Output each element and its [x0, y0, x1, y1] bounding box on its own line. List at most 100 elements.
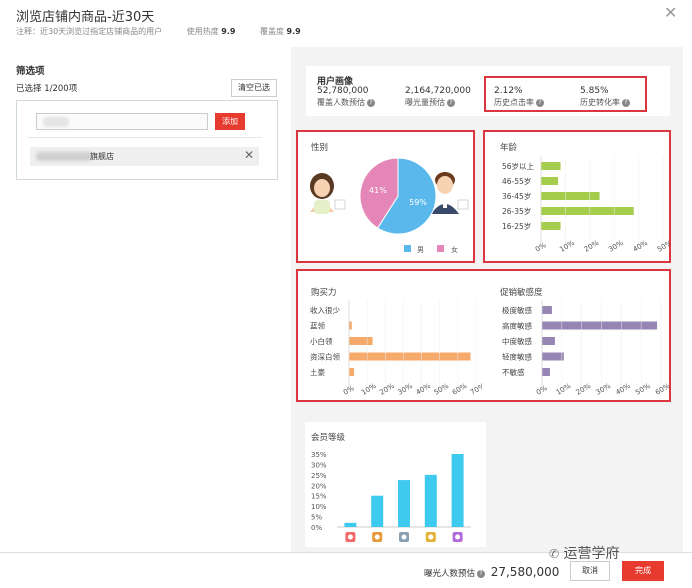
y-tick-label: 25%	[311, 472, 327, 480]
ctr-value: 2.12%	[494, 86, 523, 96]
x-tick-label: 10%	[558, 239, 576, 254]
y-tick-label: 20%	[311, 482, 327, 490]
y-tick-label: 10%	[311, 503, 327, 511]
y-tick-label: 35%	[311, 451, 327, 459]
member-level-icon-dot	[374, 534, 380, 540]
shop-search-input[interactable]	[36, 113, 208, 130]
exposure-estimate-value: 2,164,720,000	[405, 86, 471, 96]
member-level-icon-dot	[347, 534, 353, 540]
member-chart: 35% 30% 25% 20% 15% 10% 5% 0%	[311, 451, 471, 542]
remove-shop-icon[interactable]: ✕	[244, 148, 254, 162]
filter-box	[16, 100, 278, 180]
bar	[541, 207, 634, 215]
exposure-estimate-label: 曝光量预估?	[405, 97, 455, 108]
gender-pie: 59% 41%	[359, 157, 437, 235]
cancel-button[interactable]: 取消	[570, 561, 610, 581]
bar	[542, 321, 658, 330]
y-tick-label: 30%	[311, 461, 327, 469]
gender-chart: 59% 41%	[310, 157, 469, 252]
bar	[349, 337, 373, 345]
filter-title: 筛选项	[16, 66, 45, 77]
x-tick-label: 20%	[583, 239, 601, 254]
coverage-value: 9.9	[286, 27, 301, 36]
y-tick-label: 0%	[311, 524, 322, 532]
bar-label: 16-25岁	[502, 221, 531, 231]
age-chart: 56岁以上 46-55岁 36-45岁 26-35岁 16-25岁0% 10% 20% 30%…	[502, 156, 670, 254]
shop-name: 旗舰店	[90, 152, 114, 161]
add-button[interactable]: 添加	[215, 113, 245, 130]
x-tick-label: 20%	[575, 382, 593, 397]
bar	[349, 321, 352, 330]
coverage-estimate-label: 覆盖人数预估?	[317, 97, 375, 108]
bar-label: 高度敏感	[502, 321, 532, 331]
help-icon: ?	[477, 569, 486, 578]
x-tick-label: 30%	[595, 382, 613, 397]
bar-label: 收入很少	[310, 305, 340, 315]
estimate-label: 曝光人数预估	[424, 569, 476, 579]
bar-label: 36-45岁	[502, 191, 531, 201]
help-icon: ?	[367, 98, 375, 107]
x-tick-label: 60%	[451, 382, 469, 397]
estimate-value: 27,580,000	[490, 565, 560, 579]
pie-label: 59%	[409, 198, 427, 207]
relevance-label: 使用热度	[186, 27, 219, 36]
dialog-title: 浏览店铺内商品-近30天	[16, 10, 155, 25]
member-bar	[398, 480, 410, 527]
cvr-value: 5.85%	[580, 86, 609, 96]
note-text: 注释：近30天浏览过指定店铺商品的用户	[16, 27, 163, 36]
help-icon: ?	[536, 98, 544, 107]
bar	[541, 222, 561, 230]
bar-label: 轻度敏感	[502, 352, 532, 362]
footer-estimate: 曝光人数预估? 27,580,000	[424, 565, 559, 579]
coverage-label: 覆盖度	[260, 27, 284, 36]
cvr-label: 历史转化率?	[580, 97, 630, 108]
x-tick-label: 0%	[534, 241, 548, 254]
legend-male-swatch	[404, 245, 411, 252]
watermark: ✆ 运营学府	[549, 546, 620, 562]
bar	[542, 337, 555, 345]
x-tick-label: 30%	[396, 382, 414, 397]
selected-shop-item: 旗舰店 ✕	[30, 147, 259, 166]
bar-label: 中度敏感	[502, 336, 532, 346]
filter-selected-count: 已选择 1/200项	[16, 84, 78, 94]
bar-label: 56岁以上	[502, 161, 535, 171]
help-icon: ?	[622, 98, 630, 107]
coverage-estimate-value: 52,780,000	[317, 86, 369, 96]
x-tick-label: 70%	[469, 382, 482, 397]
x-tick-label: 10%	[555, 382, 573, 397]
bar-label: 资深白领	[310, 352, 340, 362]
bar-label: 小白领	[310, 336, 333, 346]
bar-label: 26-35岁	[502, 206, 531, 216]
done-button[interactable]: 完成	[622, 561, 664, 581]
bar	[542, 306, 552, 314]
x-tick-label: 40%	[614, 382, 632, 397]
bar	[542, 352, 564, 361]
close-icon[interactable]: ✕	[664, 3, 677, 22]
wechat-icon: ✆	[549, 547, 560, 561]
female-avatar-icon	[310, 173, 346, 214]
member-level-icon-dot	[428, 534, 434, 540]
x-tick-label: 10%	[360, 382, 378, 397]
member-level-icon-dot	[401, 534, 407, 540]
bar	[349, 368, 355, 376]
x-tick-label: 40%	[415, 382, 433, 397]
x-tick-label: 30%	[607, 239, 625, 254]
x-tick-label: 40%	[632, 239, 650, 254]
member-title: 会员等级	[311, 433, 346, 443]
relevance-value: 9.9	[221, 27, 236, 36]
x-tick-label: 60%	[654, 382, 670, 397]
male-avatar-icon	[431, 172, 469, 214]
ctr-label: 历史点击率?	[494, 97, 544, 108]
member-bar	[451, 454, 464, 527]
x-tick-label: 0%	[535, 384, 549, 397]
x-tick-label: 50%	[433, 382, 451, 397]
x-tick-label: 0%	[342, 384, 356, 397]
member-bar	[424, 474, 437, 527]
bar	[541, 177, 559, 185]
bar	[541, 162, 561, 170]
legend-female-swatch	[437, 245, 444, 252]
bar-label: 不敏感	[502, 367, 525, 377]
clear-selected-button[interactable]: 清空已选	[231, 79, 277, 97]
bar-label: 46-55岁	[502, 176, 531, 186]
pie-label: 41%	[369, 186, 387, 195]
